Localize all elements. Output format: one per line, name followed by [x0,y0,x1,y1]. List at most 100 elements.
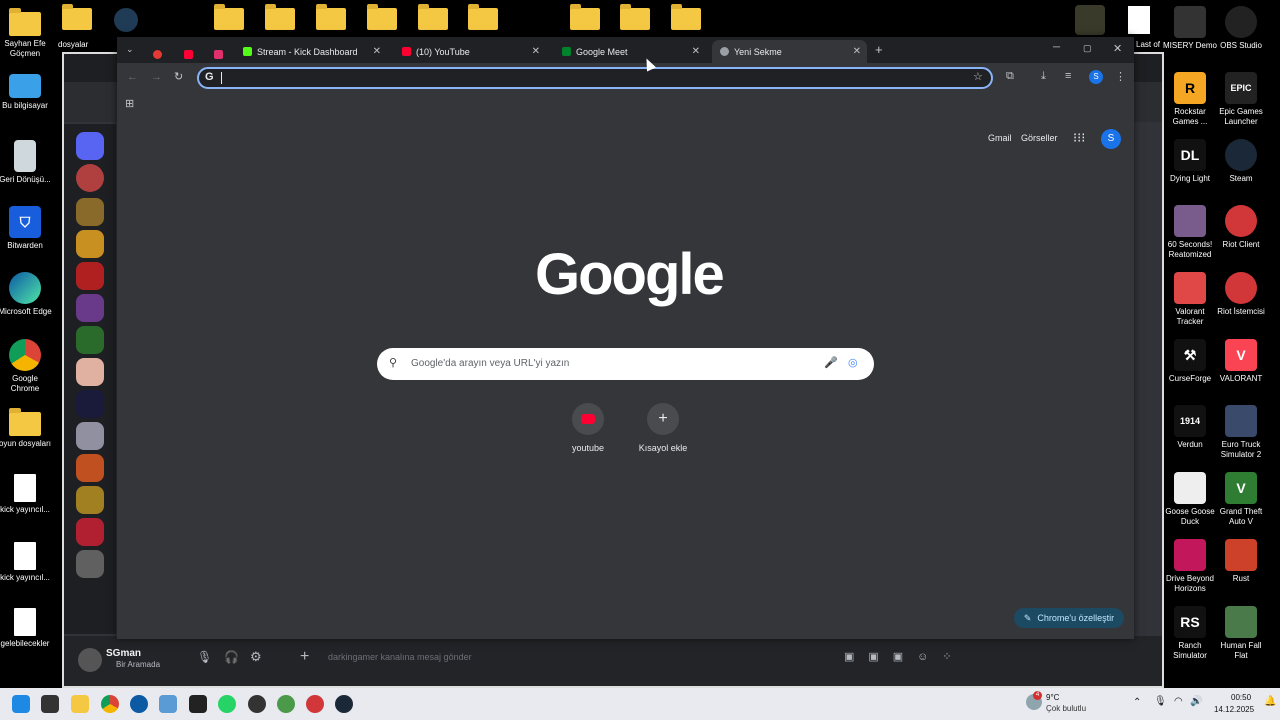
desktop-icon-steam[interactable]: Steam [1213,139,1269,184]
desktop-icon-recycle-bin[interactable]: Geri Dönüşü... [0,140,53,185]
minimize-button[interactable]: ─ [1053,42,1060,53]
folder-icon[interactable] [570,4,600,30]
desktop-icon-misery[interactable]: MISERY Demo [1162,6,1218,51]
desktop-icon-sayhan[interactable]: Sayhan Efe Göçmen [0,6,53,59]
media-control-icon[interactable]: ≡ [1065,70,1071,82]
game-icon[interactable] [1075,5,1105,35]
desktop-icon-dying-light[interactable]: DL Dying Light [1162,139,1218,184]
profile-avatar[interactable]: S [1089,70,1103,84]
desktop-icon-curseforge[interactable]: ⚒ CurseForge [1162,339,1218,384]
desktop-icon-rockstar[interactable]: R Rockstar Games ... [1162,72,1218,127]
chevron-up-icon[interactable]: ⌃ [1133,697,1141,708]
folder-icon[interactable] [316,4,346,30]
folder-icon[interactable] [418,4,448,30]
desktop-icon-gta[interactable]: V Grand Theft Auto V [1213,472,1269,527]
desktop-icon-valorant[interactable]: V VALORANT [1213,339,1269,384]
message-input[interactable]: darkingamer kanalına mesaj gönder [328,652,472,662]
desktop-icon-60-seconds[interactable]: 60 Seconds! Reatomized [1162,205,1218,260]
volume-icon[interactable]: 🔊 [1190,696,1202,707]
headphones-icon[interactable]: 🎧 [224,650,239,664]
clock-date[interactable]: 14.12.2025 [1214,705,1254,714]
desktop-icon-bitwarden[interactable]: ⛉ Bitwarden [0,206,53,251]
server-icon[interactable] [76,326,104,354]
file-icon[interactable] [1128,6,1150,34]
terminal-icon[interactable] [189,695,207,713]
apps-grid-icon[interactable]: ⊞ [125,97,134,110]
desktop-icon-goose[interactable]: Goose Goose Duck [1162,472,1218,527]
discord-home-icon[interactable] [76,132,104,160]
plus-icon[interactable]: + [300,648,309,666]
wifi-icon[interactable]: ◠ [1174,696,1183,707]
task-view-icon[interactable] [41,695,59,713]
window-close-button[interactable]: ✕ [1113,42,1122,55]
customize-chrome-button[interactable]: ✎ Chrome'u özelleştir [1014,608,1124,628]
maximize-button[interactable]: ▢ [1083,43,1092,54]
folder-icon[interactable] [468,4,498,30]
server-icon[interactable] [76,230,104,258]
forward-arrow-icon[interactable]: → [151,71,162,83]
pinned-tab[interactable] [153,46,162,64]
desktop-icon-human-fall-flat[interactable]: Human Fall Flat [1213,606,1269,661]
google-apps-icon[interactable]: ⁝⁝⁝ [1073,130,1085,146]
account-avatar[interactable]: S [1101,129,1121,149]
app-icon[interactable] [114,8,138,32]
server-icon[interactable] [76,358,104,386]
start-windows-icon[interactable] [12,695,30,713]
server-icon[interactable] [76,454,104,482]
desktop-icon-this-pc[interactable]: Bu bilgisayar [0,74,53,111]
tab-search-icon[interactable]: ⌄ [126,44,134,55]
server-icon[interactable] [76,486,104,514]
clock-time[interactable]: 00:50 [1231,693,1251,702]
desktop-icon-valorant-tracker[interactable]: Valorant Tracker [1162,272,1218,327]
app-icon[interactable] [159,695,177,713]
desktop-icon-gelebilecekler[interactable]: gelebilecekler [0,606,53,649]
avatar[interactable] [78,648,102,672]
lens-icon[interactable]: ◎ [848,356,858,369]
pinned-tab-youtube[interactable] [184,46,193,64]
desktop-icon-oyun[interactable]: oyun dosyaları [0,406,53,449]
desktop-icon-ranch[interactable]: RS Ranch Simulator [1162,606,1218,661]
server-icon[interactable] [76,198,104,226]
file-explorer-icon[interactable] [71,695,89,713]
tab-new-tab[interactable]: Yeni Sekme ✕ [712,40,867,63]
desktop-icon-chrome[interactable]: Google Chrome [0,339,53,394]
desktop-icon-verdun[interactable]: 1914 Verdun [1162,405,1218,450]
back-arrow-icon[interactable]: ← [127,71,138,83]
menu-dots-icon[interactable]: ⋮ [1115,70,1126,83]
folder-icon[interactable] [62,4,92,30]
omnibox[interactable]: G ☆ [197,67,993,89]
desktop-icon-obs[interactable]: OBS Studio [1213,6,1269,51]
download-icon[interactable]: ⤓ [1041,70,1046,83]
close-icon[interactable]: ✕ [692,46,700,57]
steam-icon[interactable] [335,695,353,713]
close-icon[interactable]: ✕ [373,46,381,57]
microphone-icon[interactable]: 🎙 [1154,696,1167,707]
folder-icon[interactable] [620,4,650,30]
desktop-icon-riot-istemcisi[interactable]: Riot İstemcisi [1213,272,1269,317]
new-tab-button[interactable]: + [875,42,883,57]
shortcut-add[interactable]: + Kısayol ekle [633,403,693,453]
shortcut-youtube[interactable]: youtube [558,403,618,453]
server-icon[interactable] [76,518,104,546]
reload-icon[interactable]: ↻ [174,70,183,83]
desktop-icon-euro-truck[interactable]: Euro Truck Simulator 2 [1213,405,1269,460]
edge-icon[interactable] [130,695,148,713]
server-icon[interactable] [76,550,104,578]
chrome-icon[interactable] [101,695,119,713]
desktop-icon-epic[interactable]: EPIC Epic Games Launcher [1213,72,1269,127]
microphone-icon[interactable]: 🎤 [824,356,838,369]
server-icon[interactable] [76,390,104,418]
pinned-tab-instagram[interactable] [214,46,223,64]
tab-kick-dashboard[interactable]: Stream - Kick Dashboard ✕ [235,40,387,63]
folder-icon[interactable] [671,4,701,30]
desktop-icon-riot-client[interactable]: Riot Client [1213,205,1269,250]
notification-icon[interactable]: 🔔 [1264,696,1276,707]
tab-youtube[interactable]: (10) YouTube ✕ [394,40,546,63]
search-box[interactable]: ⚲ Google'da arayın veya URL'yi yazın 🎤 ◎ [377,348,874,380]
images-link[interactable]: Görseller [1021,133,1058,143]
star-icon[interactable]: ☆ [973,70,983,83]
close-icon[interactable]: ✕ [853,46,861,57]
desktop-icon-drive-beyond[interactable]: Drive Beyond Horizons [1162,539,1218,594]
gmail-link[interactable]: Gmail [988,133,1012,143]
app-icon[interactable] [248,695,266,713]
